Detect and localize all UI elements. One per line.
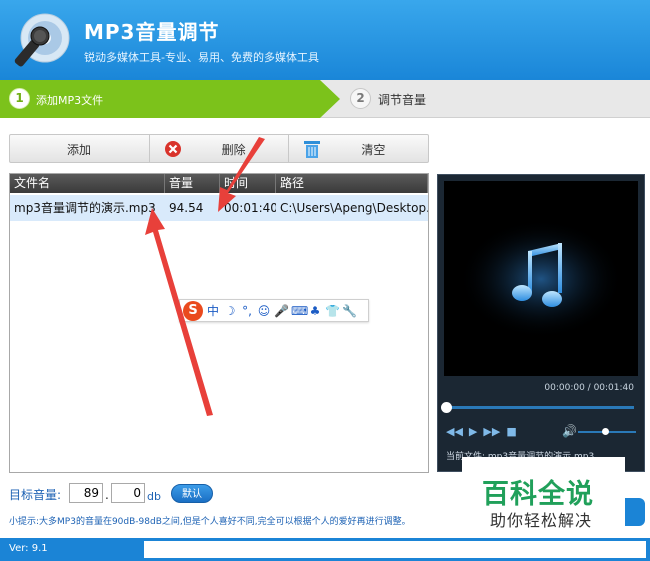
db-unit-label: db	[147, 490, 161, 503]
step-add-mp3[interactable]: 1 添加MP3文件	[0, 80, 340, 118]
delete-button[interactable]: 删除	[150, 135, 290, 162]
table-row[interactable]: mp3音量调节的演示.mp3 94.54 00:01:40 C:\Users\A…	[10, 195, 428, 221]
steps-bar: 1 添加MP3文件 2 调节音量	[0, 80, 650, 118]
status-field	[144, 541, 646, 558]
add-button-label: 添加	[67, 143, 92, 157]
playback-time: 00:00:00 / 00:01:40	[544, 383, 634, 393]
version-label: Ver: 9.1	[9, 543, 48, 554]
target-volume-integer-input[interactable]	[69, 483, 103, 503]
column-filename[interactable]: 文件名	[10, 174, 165, 193]
clear-button-label: 清空	[361, 143, 386, 157]
target-volume-label: 目标音量:	[9, 488, 62, 502]
microphone-icon[interactable]: 🎤	[274, 304, 289, 318]
tip-text: 小提示:大多MP3的音量在90dB-98dB之间,但是个人喜好不同,完全可以根据…	[9, 517, 411, 527]
music-note-icon	[459, 219, 623, 339]
speaker-icon[interactable]: 🔊	[562, 424, 577, 438]
file-list-header: 文件名 音量 时间 路径	[10, 174, 428, 193]
cell-time: 00:01:40	[224, 201, 276, 215]
next-button-edge[interactable]	[625, 498, 645, 526]
add-button[interactable]: 添加	[10, 135, 150, 162]
watermark: 百科全说 助你轻松解决	[462, 457, 625, 533]
stop-icon[interactable]: ■	[506, 425, 516, 438]
cell-filename: mp3音量调节的演示.mp3	[14, 201, 156, 215]
column-path[interactable]: 路径	[276, 174, 428, 193]
toolbox-icon[interactable]: ♣	[308, 304, 322, 318]
file-toolbar: 添加 删除 清空	[9, 134, 429, 163]
volume-handle[interactable]	[602, 428, 610, 435]
seek-handle[interactable]	[441, 402, 452, 413]
player-controls: ◀◀ ▶ ▶▶ ■	[446, 425, 517, 438]
rewind-icon[interactable]: ◀◀	[446, 425, 463, 438]
cell-volume: 94.54	[169, 201, 204, 215]
delete-x-icon	[164, 141, 181, 157]
trash-icon	[304, 141, 321, 158]
delete-button-label: 删除	[221, 143, 246, 157]
step-1-label: 添加MP3文件	[36, 94, 104, 107]
column-volume[interactable]: 音量	[165, 174, 220, 193]
ime-chinese-mode[interactable]: 中	[206, 302, 220, 319]
ime-toolbar[interactable]: S 中 ☽ °, ☺ 🎤 ⌨ ♣ 👕 🔧	[179, 299, 369, 322]
default-button[interactable]: 默认	[171, 484, 213, 503]
wrench-icon[interactable]: 🔧	[342, 304, 357, 318]
target-volume-decimal-input[interactable]	[111, 483, 145, 503]
cell-path: C:\Users\Apeng\Desktop...	[280, 201, 428, 215]
mp3-microphone-cd-icon	[14, 13, 70, 67]
seek-bar[interactable]	[446, 406, 634, 409]
app-subtitle: 锐动多媒体工具-专业、易用、免费的多媒体工具	[84, 51, 319, 64]
app-title: MP3音量调节	[84, 20, 220, 44]
watermark-title: 百科全说	[482, 479, 594, 510]
step-2-badge[interactable]: 2	[350, 88, 371, 109]
player-screen	[444, 181, 638, 376]
watermark-subtitle: 助你轻松解决	[490, 511, 593, 530]
step-1-badge: 1	[9, 88, 30, 109]
moon-icon[interactable]: ☽	[223, 304, 237, 318]
decimal-separator: .	[105, 488, 109, 502]
file-list[interactable]: 文件名 音量 时间 路径 mp3音量调节的演示.mp3 94.54 00:01:…	[9, 173, 429, 473]
play-icon[interactable]: ▶	[469, 425, 477, 438]
sogou-logo-icon[interactable]: S	[183, 300, 203, 321]
clear-button[interactable]: 清空	[289, 135, 428, 162]
keyboard-icon[interactable]: ⌨	[291, 304, 308, 318]
media-player: 00:00:00 / 00:01:40 ◀◀ ▶ ▶▶ ■ 🔊 当前文件: mp…	[437, 174, 645, 472]
column-time[interactable]: 时间	[220, 174, 276, 193]
status-bar: Ver: 9.1	[0, 538, 650, 561]
step-2-label[interactable]: 调节音量	[378, 91, 426, 108]
shirt-icon[interactable]: 👕	[325, 304, 340, 318]
app-header: MP3音量调节 锐动多媒体工具-专业、易用、免费的多媒体工具	[0, 0, 650, 80]
emoji-icon[interactable]: ☺	[257, 304, 271, 318]
fast-forward-icon[interactable]: ▶▶	[483, 425, 500, 438]
punctuation-icon[interactable]: °,	[240, 304, 254, 318]
